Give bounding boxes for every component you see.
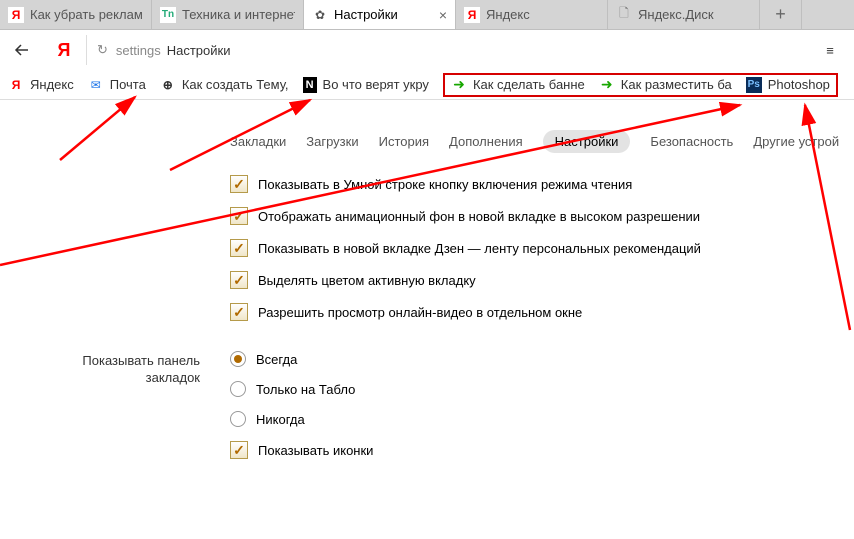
option-reading-mode-button[interactable]: Показывать в Умной строке кнопку включен… [230, 175, 854, 193]
section-tab-addons[interactable]: Дополнения [449, 134, 523, 149]
option-show-icons[interactable]: Показывать иконки [230, 441, 854, 459]
bookmark-item[interactable]: ⊕ Как создать Тему, [160, 77, 289, 93]
menu-button[interactable]: ≡ [812, 30, 848, 70]
bookmark-label: Photoshop [768, 77, 830, 92]
address-prefix: settings [116, 43, 161, 58]
option-highlight-tab[interactable]: Выделять цветом активную вкладку [230, 271, 854, 289]
arrow-left-icon [14, 43, 34, 57]
option-label: Показывать иконки [258, 443, 373, 458]
photoshop-icon: Ps [746, 77, 762, 93]
bookmark-item[interactable]: Ps Photoshop [746, 77, 830, 93]
settings-section-tabs: Закладки Загрузки История Дополнения Нас… [230, 100, 854, 175]
settings-options: Показывать в Умной строке кнопку включен… [230, 175, 854, 321]
site-icon: Tn [160, 7, 176, 23]
bookmark-label: Как сделать банне [473, 77, 585, 92]
yandex-home-icon: Я [56, 40, 72, 61]
radio-label: Всегда [256, 352, 297, 367]
bookmark-label: Почта [110, 77, 146, 92]
tab-2[interactable]: Tn Техника и интернет [152, 0, 304, 29]
disk-icon: 🗋 [616, 7, 632, 23]
address-bar[interactable]: ↻ settings Настройки [86, 35, 808, 65]
radio-label: Только на Табло [256, 382, 355, 397]
tab-label: Техника и интернет [182, 7, 295, 22]
option-zen-feed[interactable]: Показывать в новой вкладке Дзен — ленту … [230, 239, 854, 257]
bookmark-item[interactable]: ➜ Как сделать банне [451, 77, 585, 93]
radio-icon[interactable] [230, 351, 246, 367]
bookmark-item[interactable]: ➜ Как разместить ба [599, 77, 732, 93]
bookmark-item[interactable]: N Во что верят укру [303, 77, 429, 93]
radio-tile-only[interactable]: Только на Табло [230, 381, 854, 397]
tab-label: Яндекс.Диск [638, 7, 751, 22]
checkbox-icon[interactable] [230, 303, 248, 321]
tab-3-settings[interactable]: ✿ Настройки × [304, 0, 456, 29]
bookmarks-bar: Я Яндекс ✉ Почта ⊕ Как создать Тему, N В… [0, 70, 854, 100]
option-video-popup[interactable]: Разрешить просмотр онлайн-видео в отдель… [230, 303, 854, 321]
section-tab-bookmarks[interactable]: Закладки [230, 134, 286, 149]
section-tab-downloads[interactable]: Загрузки [306, 134, 358, 149]
hamburger-icon: ≡ [826, 43, 834, 58]
bookmark-label: Как создать Тему, [182, 77, 289, 92]
option-label: Показывать в Умной строке кнопку включен… [258, 177, 632, 192]
radio-icon[interactable] [230, 381, 246, 397]
close-icon[interactable]: × [439, 7, 447, 23]
group-bookmarks-panel: Показывать панель закладок Всегда Только… [0, 351, 854, 473]
checkbox-icon[interactable] [230, 271, 248, 289]
bookmark-item[interactable]: Я Яндекс [8, 77, 74, 93]
new-tab-button[interactable]: + [760, 0, 802, 29]
option-animated-bg[interactable]: Отображать анимационный фон в новой вкла… [230, 207, 854, 225]
address-text: Настройки [167, 43, 231, 58]
section-tab-security[interactable]: Безопасность [650, 134, 733, 149]
option-label: Отображать анимационный фон в новой вкла… [258, 209, 700, 224]
radio-always[interactable]: Всегда [230, 351, 854, 367]
radio-icon[interactable] [230, 411, 246, 427]
option-label: Показывать в новой вкладке Дзен — ленту … [258, 241, 701, 256]
yandex-icon: Я [464, 7, 480, 23]
tab-1[interactable]: Я Как убрать реклам [0, 0, 152, 29]
tab-4[interactable]: Я Яндекс [456, 0, 608, 29]
mail-icon: ✉ [88, 77, 104, 93]
bookmark-label: Как разместить ба [621, 77, 732, 92]
checkbox-icon[interactable] [230, 441, 248, 459]
option-label: Выделять цветом активную вкладку [258, 273, 476, 288]
checkbox-icon[interactable] [230, 239, 248, 257]
bookmarks-highlight-box: ➜ Как сделать банне ➜ Как разместить ба … [443, 73, 838, 97]
gear-icon: ✿ [312, 7, 328, 23]
section-tab-history[interactable]: История [379, 134, 429, 149]
hb-icon: ⊕ [160, 77, 176, 93]
bookmark-label: Яндекс [30, 77, 74, 92]
tab-label: Яндекс [486, 7, 599, 22]
tab-label: Как убрать реклам [30, 7, 143, 22]
n-icon: N [303, 77, 317, 93]
arrow-right-icon: ➜ [451, 77, 467, 93]
nav-row: Я ↻ settings Настройки ≡ [0, 30, 854, 70]
tab-strip: Я Как убрать реклам Tn Техника и интерне… [0, 0, 854, 30]
protocol-icon: ↻ [97, 42, 108, 58]
yandex-icon: Я [8, 77, 24, 93]
home-button[interactable]: Я [46, 30, 82, 70]
yandex-icon: Я [8, 7, 24, 23]
section-tab-settings[interactable]: Настройки [543, 130, 631, 153]
bookmark-item[interactable]: ✉ Почта [88, 77, 146, 93]
radio-never[interactable]: Никогда [230, 411, 854, 427]
arrow-right-icon: ➜ [599, 77, 615, 93]
tab-label: Настройки [334, 7, 433, 22]
group-heading: Показывать панель закладок [0, 351, 230, 387]
section-tab-other-devices[interactable]: Другие устрой [753, 134, 839, 149]
back-button[interactable] [6, 30, 42, 70]
checkbox-icon[interactable] [230, 175, 248, 193]
radio-label: Никогда [256, 412, 305, 427]
bookmark-label: Во что верят укру [323, 77, 429, 92]
option-label: Разрешить просмотр онлайн-видео в отдель… [258, 305, 582, 320]
checkbox-icon[interactable] [230, 207, 248, 225]
tab-5[interactable]: 🗋 Яндекс.Диск [608, 0, 760, 29]
